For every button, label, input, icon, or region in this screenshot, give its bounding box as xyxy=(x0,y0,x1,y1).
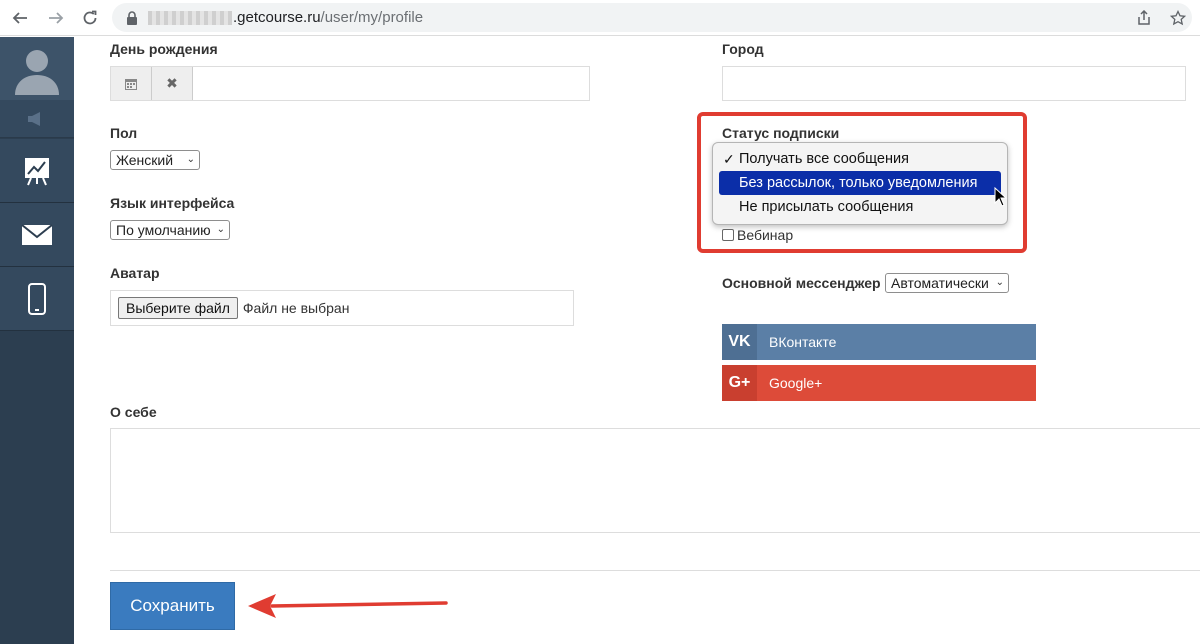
avatar-icon xyxy=(15,49,59,95)
url-domain: .getcourse.ru xyxy=(233,9,321,26)
file-status: Файл не выбран xyxy=(242,300,350,316)
blurred-subdomain xyxy=(148,10,232,25)
bookmark-star-icon[interactable] xyxy=(1170,9,1186,26)
reload-icon[interactable] xyxy=(78,6,102,30)
messenger-value: Автоматически xyxy=(891,275,989,291)
megaphone-icon xyxy=(28,111,40,126)
birthday-label: День рождения xyxy=(110,41,218,57)
google-label: Google+ xyxy=(769,375,823,391)
birthday-field[interactable]: ✖ xyxy=(110,66,590,101)
webinar-checkbox[interactable] xyxy=(722,229,734,241)
user-avatar[interactable] xyxy=(0,37,74,100)
subscription-option[interactable]: Без рассылок, только уведомления xyxy=(719,171,1001,195)
chevron-down-icon: ⌄ xyxy=(995,277,1004,288)
sidebar-item-stats[interactable] xyxy=(0,139,74,203)
sidebar xyxy=(0,37,74,644)
mouse-cursor-icon xyxy=(994,187,1008,207)
avatar-label: Аватар xyxy=(110,265,160,281)
subscription-option[interactable]: Не присылать сообщения xyxy=(713,195,1007,219)
envelope-icon xyxy=(21,223,53,245)
chart-easel-icon xyxy=(25,157,49,185)
language-value: По умолчанию xyxy=(116,222,211,238)
language-select[interactable]: По умолчанию ⌄ xyxy=(110,220,230,240)
messenger-select[interactable]: Автоматически ⌄ xyxy=(885,273,1009,293)
address-bar[interactable]: .getcourse.ru /user/my/profile xyxy=(112,3,1192,32)
vk-icon: VK xyxy=(722,324,757,360)
subscription-option[interactable]: Получать все сообщения xyxy=(713,147,1007,171)
subscription-dropdown[interactable]: Получать все сообщения Без рассылок, тол… xyxy=(712,142,1008,225)
chevron-down-icon: ⌄ xyxy=(186,154,195,165)
divider xyxy=(110,570,1200,571)
share-icon[interactable] xyxy=(1136,9,1152,26)
google-plus-icon: G+ xyxy=(722,365,757,401)
about-label: О себе xyxy=(110,404,157,420)
chevron-down-icon: ⌄ xyxy=(216,224,225,235)
gender-select[interactable]: Женский ⌄ xyxy=(110,150,200,170)
save-button[interactable]: Сохранить xyxy=(110,582,235,630)
gender-label: Пол xyxy=(110,125,138,141)
url-path: /user/my/profile xyxy=(320,9,424,26)
calendar-icon[interactable] xyxy=(111,67,152,100)
clear-date-icon[interactable]: ✖ xyxy=(152,67,193,100)
subscription-label: Статус подписки xyxy=(722,125,840,141)
sidebar-item-mobile[interactable] xyxy=(0,267,74,331)
about-textarea[interactable] xyxy=(110,428,1200,533)
vk-label: ВКонтакте xyxy=(769,334,837,350)
city-input[interactable] xyxy=(722,66,1186,101)
sidebar-item-messages[interactable] xyxy=(0,203,74,267)
browser-toolbar: .getcourse.ru /user/my/profile xyxy=(0,0,1200,36)
sidebar-item-announcements[interactable] xyxy=(0,100,74,138)
city-label: Город xyxy=(722,41,764,57)
annotation-arrow xyxy=(248,594,448,618)
webinar-checkbox-row[interactable]: Вебинар xyxy=(722,227,793,243)
language-label: Язык интерфейса xyxy=(110,195,235,211)
choose-file-button[interactable]: Выберите файл xyxy=(118,297,238,319)
gender-value: Женский xyxy=(116,152,174,168)
avatar-file-input: Выберите файл Файл не выбран xyxy=(110,290,574,326)
webinar-label: Вебинар xyxy=(737,227,794,243)
messenger-label: Основной мессенджер xyxy=(722,275,881,291)
forward-icon[interactable] xyxy=(44,6,68,30)
vk-connect-button[interactable]: VK ВКонтакте xyxy=(722,324,1036,360)
back-icon[interactable] xyxy=(8,6,32,30)
google-connect-button[interactable]: G+ Google+ xyxy=(722,365,1036,401)
lock-icon xyxy=(127,10,137,25)
mobile-phone-icon xyxy=(28,282,46,315)
